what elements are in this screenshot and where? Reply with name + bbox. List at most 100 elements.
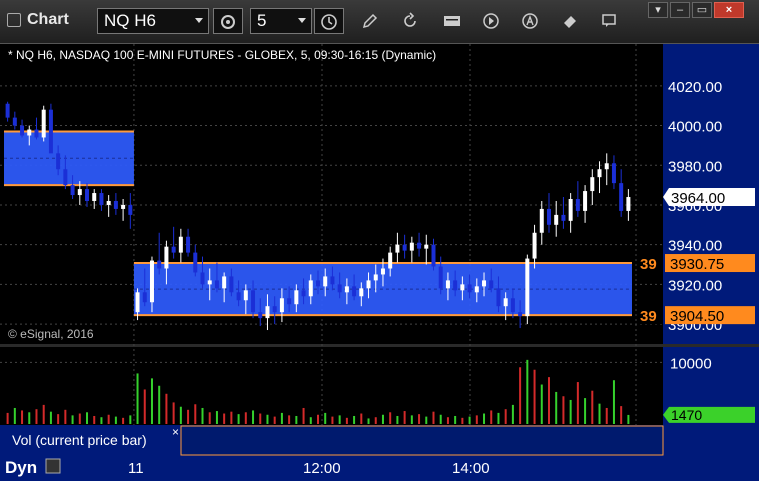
candle-body xyxy=(590,177,595,192)
volume-bar xyxy=(150,378,153,424)
candle-body xyxy=(279,298,284,313)
volume-bar xyxy=(86,412,89,424)
volume-bar xyxy=(165,393,168,424)
price-chart[interactable]: 4020.004000.003980.003960.003940.003920.… xyxy=(0,44,759,481)
volume-bar xyxy=(13,407,16,424)
play-icon xyxy=(483,13,499,29)
panel-splitter[interactable] xyxy=(0,344,759,347)
close-icon: × xyxy=(725,4,733,16)
candle-body xyxy=(85,189,90,201)
time-axis-toggle-icon[interactable] xyxy=(45,458,61,474)
candle-body xyxy=(56,153,61,170)
volume-bar xyxy=(172,402,175,424)
volume-bar xyxy=(288,415,291,424)
volume-bar xyxy=(374,417,377,424)
comment-icon xyxy=(602,14,616,27)
volume-bar xyxy=(6,412,9,424)
volume-bar xyxy=(475,415,478,424)
candle-body xyxy=(186,236,191,253)
candle-body xyxy=(229,276,234,293)
candle-body xyxy=(272,306,277,313)
volume-bar xyxy=(454,415,457,424)
candle-body xyxy=(611,163,616,184)
candle-body xyxy=(583,191,588,211)
candle-body xyxy=(409,242,414,251)
current-volume-label: 1470 xyxy=(671,407,702,423)
candle-body xyxy=(337,284,342,293)
candle-body xyxy=(121,204,126,209)
candle-body xyxy=(431,244,436,267)
candle-body xyxy=(373,274,378,281)
volume-bar xyxy=(569,399,572,424)
time-axis[interactable] xyxy=(0,456,759,481)
candle-body xyxy=(438,266,443,289)
volume-bar xyxy=(425,416,428,424)
candle-body xyxy=(561,214,566,221)
candle-body xyxy=(380,268,385,275)
alert-button[interactable] xyxy=(515,8,545,34)
volume-bar xyxy=(396,415,399,424)
volume-bar xyxy=(620,406,623,424)
volume-bar xyxy=(367,418,370,424)
clock-settings-button[interactable] xyxy=(213,8,243,34)
draw-button[interactable] xyxy=(355,8,385,34)
chart-header: * NQ H6, NASDAQ 100 E-MINI FUTURES - GLO… xyxy=(8,48,436,62)
candle-body xyxy=(157,260,162,269)
interval-combo[interactable]: 5 xyxy=(250,8,312,34)
volume-bar xyxy=(273,416,276,424)
candle-body xyxy=(496,288,501,307)
candle-body xyxy=(532,232,537,259)
candle-body xyxy=(424,244,429,249)
volume-bar xyxy=(259,413,262,424)
volume-bar xyxy=(187,409,190,424)
eraser-icon xyxy=(564,16,576,28)
time-button[interactable] xyxy=(314,8,344,34)
candle-body xyxy=(149,260,154,303)
volume-panel-close-button[interactable]: × xyxy=(172,425,179,439)
volume-bar xyxy=(562,396,565,424)
clock-settings-icon xyxy=(221,15,235,29)
volume-bar xyxy=(418,414,421,424)
volume-bar xyxy=(244,412,247,424)
eraser-button[interactable] xyxy=(555,8,585,34)
volume-bar xyxy=(547,377,550,424)
candle-body xyxy=(287,298,292,305)
play-button[interactable] xyxy=(476,8,506,34)
candle-body xyxy=(142,292,147,303)
volume-bar xyxy=(57,414,60,424)
chevron-down-icon xyxy=(298,18,306,23)
candle-body xyxy=(48,109,53,154)
current-price-label: 3964.00 xyxy=(671,190,725,207)
candle-body xyxy=(34,129,39,138)
volume-bar xyxy=(302,407,305,424)
zone-short-label: 39 xyxy=(640,256,657,273)
volume-bar xyxy=(280,412,283,424)
candle-body xyxy=(200,272,205,285)
zone-price-label: 3904.50 xyxy=(670,308,724,325)
volume-bar xyxy=(208,412,211,424)
chevron-down-icon: ▾ xyxy=(655,4,661,16)
refresh-button[interactable] xyxy=(395,8,425,34)
volume-bar xyxy=(389,412,392,424)
window-menu-button[interactable]: ▾ xyxy=(648,2,668,18)
candle-body xyxy=(12,117,17,126)
symbol-combo[interactable]: NQ H6 xyxy=(97,8,209,34)
study-button[interactable] xyxy=(437,8,467,34)
candle-body xyxy=(510,298,515,313)
candle-body xyxy=(554,214,559,225)
comment-button[interactable] xyxy=(594,8,624,34)
chart-window-icon xyxy=(7,13,21,27)
price-tick-label: 3940.00 xyxy=(668,238,722,255)
volume-bar xyxy=(64,409,67,424)
close-button[interactable]: × xyxy=(714,2,744,18)
volume-bar xyxy=(324,412,327,424)
clock-icon xyxy=(321,14,337,30)
minimize-button[interactable]: – xyxy=(670,2,690,18)
candle-body xyxy=(467,284,472,293)
volume-bar xyxy=(540,384,543,424)
volume-bar xyxy=(35,409,38,424)
study-icon xyxy=(444,16,460,26)
candle-body xyxy=(178,236,183,253)
restore-button[interactable]: ▭ xyxy=(692,2,712,18)
time-tick-label: 14:00 xyxy=(452,460,490,477)
